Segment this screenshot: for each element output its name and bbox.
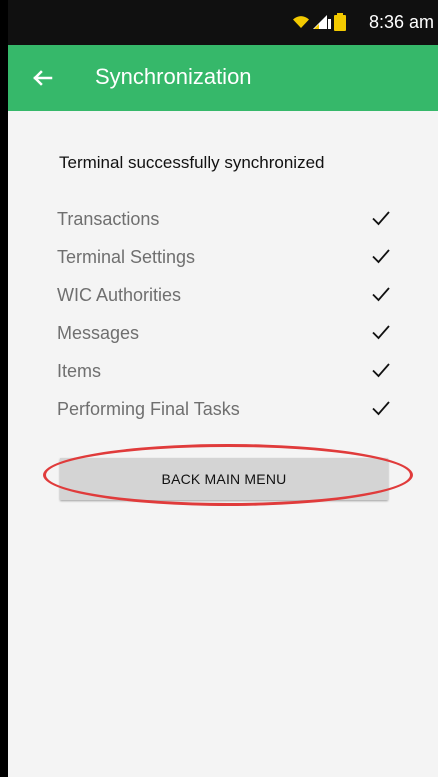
sync-task-terminal-settings: Terminal Settings bbox=[57, 239, 391, 277]
sync-task-wic-authorities: WIC Authorities bbox=[57, 277, 391, 315]
checkmark-icon bbox=[372, 401, 390, 416]
checkmark-icon bbox=[372, 211, 390, 226]
task-label: Items bbox=[57, 361, 102, 381]
sync-task-items: Items bbox=[57, 353, 391, 391]
task-label: Terminal Settings bbox=[57, 247, 196, 267]
sync-task-transactions: Transactions bbox=[57, 201, 391, 239]
back-main-menu-button[interactable]: BACK MAIN MENU bbox=[60, 458, 388, 500]
app-bar: Synchronization bbox=[8, 45, 438, 111]
sync-task-final-tasks: Performing Final Tasks bbox=[57, 391, 391, 429]
page-title: Synchronization bbox=[95, 64, 252, 89]
wifi-icon bbox=[293, 16, 309, 28]
back-arrow-icon[interactable] bbox=[30, 65, 56, 91]
checkmark-icon bbox=[372, 325, 390, 340]
task-label: Transactions bbox=[57, 209, 160, 229]
status-bar: 8:36 am bbox=[8, 0, 438, 45]
checkmark-icon bbox=[372, 249, 390, 264]
status-icons bbox=[292, 13, 346, 31]
back-main-menu-button-area: BACK MAIN MENU bbox=[43, 444, 413, 506]
checkmark-icon bbox=[372, 287, 390, 302]
checkmark-icon bbox=[372, 363, 390, 378]
device-left-edge bbox=[0, 0, 8, 777]
main-content: Terminal successfully synchronized Trans… bbox=[8, 111, 438, 777]
signal-icon bbox=[313, 15, 331, 29]
sync-task-messages: Messages bbox=[57, 315, 391, 353]
battery-icon bbox=[334, 13, 346, 31]
phone-screen: 8:36 am Synchronization Terminal success… bbox=[8, 0, 438, 777]
task-label: WIC Authorities bbox=[57, 285, 182, 305]
sync-summary-text: Terminal successfully synchronized bbox=[59, 153, 325, 172]
status-time: 8:36 am bbox=[368, 12, 434, 32]
sync-task-list: Transactions Terminal Settings WIC Autho… bbox=[57, 201, 391, 429]
task-label: Messages bbox=[57, 323, 140, 343]
task-label: Performing Final Tasks bbox=[57, 399, 240, 419]
